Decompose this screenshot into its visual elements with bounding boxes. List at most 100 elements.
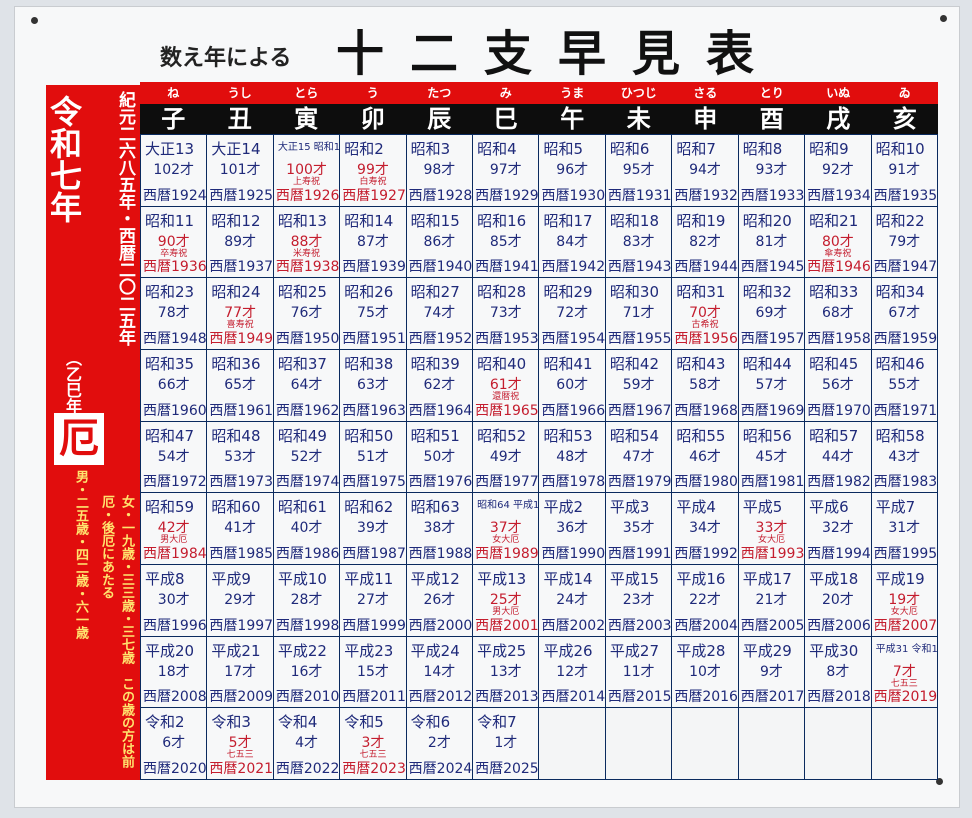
table-cell: 昭和64 平成1 37才 女大厄 西暦1989 [473,493,539,564]
age: 21才 [755,591,788,608]
table-cell: 昭和62 39才 西暦1987 [340,493,406,564]
western-year: 西暦1967 [607,402,672,419]
table-cell: 平成28 10才 西暦2016 [672,636,738,708]
western-year: 西暦1975 [342,474,406,491]
era-year: 平成22 [277,641,327,660]
western-year: 西暦1992 [674,545,738,562]
age: 62才 [423,376,456,393]
era-year: 平成24 [410,641,460,660]
table-cell: 昭和55 46才 西暦1980 [672,421,738,493]
western-year: 西暦1978 [541,474,605,491]
era-year: 平成28 [676,641,726,660]
era-year: 昭和29 [543,283,593,302]
era-year: 昭和32 [742,283,792,302]
western-year: 西暦1952 [408,330,473,347]
era-year: 昭和46 [875,354,925,373]
era-year: 昭和61 [277,498,327,517]
era-year: 昭和35 [145,354,195,373]
table-cell: 昭和8 93才 西暦1933 [738,135,805,206]
table-cell: 令和2 6才 西暦2020 [141,708,207,779]
western-year: 西暦2020 [143,760,207,777]
era-year: 昭和64 平成1 [477,500,539,512]
era-year: 平成17 [742,569,792,588]
era-year: 平成18 [809,569,859,588]
zodiac-reading-10: いぬ [826,86,851,100]
table-cell: 昭和29 72才 西暦1954 [539,278,605,349]
age: 93才 [755,162,788,178]
age: 40才 [290,520,323,537]
western-year: 西暦1947 [873,259,937,276]
western-year: 西暦1928 [408,187,473,204]
table-cell: 令和3 5才 七五三 西暦2021 [207,708,273,779]
western-year: 西暦2023 [342,760,406,777]
era-year: 令和6 [410,713,451,732]
age: 8才 [826,663,850,680]
table-cell: 昭和20 81才 西暦1945 [738,206,805,278]
era-year: 平成12 [410,569,460,588]
table-cell: 平成5 33才 女大厄 西暦1993 [738,493,805,564]
table-cell: 昭和61 40才 西暦1986 [273,493,340,564]
era-year: 昭和55 [676,426,726,445]
era-year: 平成4 [676,498,716,517]
age: 54才 [157,448,190,465]
age: 66才 [157,376,190,393]
western-year: 西暦2004 [674,617,738,634]
western-year: 西暦2025 [475,760,539,777]
table-cell: 昭和56 45才 西暦1981 [738,421,805,493]
zodiac-header-1: 丑 [227,104,252,133]
women-yakudoshi-text: 女・一九歳・三三歳・三七歳 この歳の方は前厄・後厄にあたる [99,495,134,768]
table-cell: 令和5 3才 七五三 西暦2023 [340,708,406,779]
table-cell: 昭和33 68才 西暦1958 [805,278,871,349]
screw-top-left [31,17,38,24]
era-year: 昭和54 [609,426,659,445]
era-year: 昭和4 [477,140,517,158]
western-year: 西暦2022 [275,760,340,777]
age: 9才 [759,663,783,680]
table-cell: 昭和47 54才 西暦1972 [141,421,207,493]
era-year: 昭和45 [809,354,859,373]
age: 53才 [224,448,257,465]
era-year: 昭和60 [211,498,261,517]
reiwa-year-label: 令和七年 [45,95,83,223]
age: 65才 [224,376,257,393]
era-year: 昭和20 [742,211,792,230]
table-cell: 昭和15 86才 西暦1940 [406,206,473,278]
zodiac-reading-5: み [499,86,512,100]
table-cell: 平成4 34才 西暦1992 [672,493,738,564]
table-cell: 昭和34 67才 西暦1959 [871,278,937,349]
era-year: 令和2 [145,713,185,732]
table-cell: 平成6 32才 西暦1994 [805,493,871,564]
western-year: 西暦1988 [408,545,473,562]
age: 79才 [888,233,921,250]
western-year: 西暦1985 [209,545,273,562]
western-year: 西暦1955 [607,330,672,347]
era-year: 平成5 [742,498,783,517]
western-year: 西暦1993 [740,545,805,562]
western-year: 西暦2000 [408,617,473,634]
age: 13才 [489,663,522,680]
table-cell: 昭和37 64才 西暦1962 [273,349,340,421]
era-year: 昭和21 [809,211,859,230]
age: 71才 [622,305,655,322]
table-cell: 大正13 102才 西暦1924 [141,135,207,206]
western-year: 西暦1951 [342,330,406,347]
western-year: 西暦2002 [541,617,605,634]
yaku-label: 厄 [54,413,104,465]
table-cell: 平成13 25才 男大厄 西暦2001 [473,564,539,636]
table-cell: 昭和49 52才 西暦1974 [273,421,340,493]
western-year: 西暦1969 [740,402,805,419]
age: 52才 [290,448,323,465]
era-year: 平成15 [609,569,659,588]
table-cell: 昭和58 43才 西暦1983 [871,421,937,493]
western-year: 西暦1976 [408,474,473,491]
table-cell: 昭和11 90才 卒寿祝 西暦1936 [141,206,207,278]
table-cell: 昭和5 96才 西暦1930 [539,135,605,206]
era-year: 昭和53 [543,426,593,445]
table-cell: 昭和17 84才 西暦1942 [539,206,605,278]
table-cell: 昭和22 79才 西暦1947 [871,206,937,278]
era-year: 昭和52 [477,426,527,445]
table-cell: 令和6 2才 西暦2024 [406,708,473,779]
western-year: 西暦1970 [807,402,871,419]
zodiac-header-3: 卯 [360,104,385,133]
era-year: 昭和39 [410,354,460,373]
